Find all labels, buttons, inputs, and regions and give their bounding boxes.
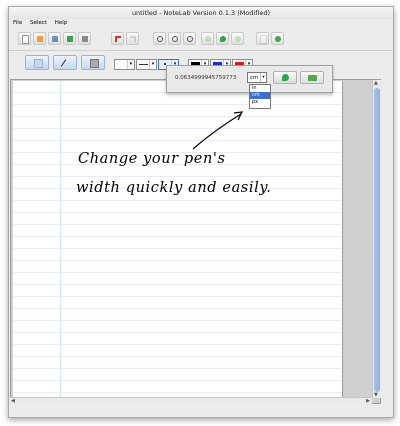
scroll-right-icon[interactable]: ▶ [366,398,370,404]
scroll-up-icon[interactable]: ▲ [374,80,378,86]
load-width-button[interactable] [300,71,324,84]
chevron-down-icon: ▾ [260,73,266,82]
redo-button[interactable] [126,32,139,45]
menu-file[interactable]: File [13,20,22,26]
horizontal-scrollbar[interactable]: ◀ ▶ [10,397,372,405]
line-style-dropdown[interactable]: ▾ [114,59,135,70]
vertical-scrollbar[interactable]: ▲ ▼ [372,80,381,398]
vertical-scroll-thumb[interactable] [374,88,380,392]
print-icon [82,36,88,42]
next-page-button[interactable] [231,32,244,45]
eraser-tool-button[interactable] [81,55,105,70]
margin-line [60,81,61,399]
save-icon [52,36,58,42]
notebook-page[interactable] [13,81,343,399]
unit-option-px[interactable]: px [250,99,270,106]
accept-icon [282,74,289,81]
menu-select[interactable]: Select [30,20,47,26]
unit-dropdown[interactable]: cm ▾ [247,72,267,83]
page-button[interactable] [256,32,269,45]
page-icon [260,35,267,44]
zoom-out-icon [157,36,163,42]
select-tool-icon [34,59,43,68]
export-button[interactable] [63,32,76,45]
previous-page-button[interactable] [201,32,214,45]
main-toolbar [9,28,393,51]
open-icon [37,36,43,42]
print-button[interactable] [78,32,91,45]
width-swatch-icon [139,64,148,65]
refresh-icon [275,36,281,42]
redo-icon [130,36,136,42]
menu-help[interactable]: Help [55,20,68,26]
pen-icon [220,36,226,42]
export-icon [67,36,73,42]
undo-button[interactable] [111,32,124,45]
next-page-icon [235,36,241,42]
refresh-button[interactable] [271,32,284,45]
new-page-button[interactable] [18,32,31,45]
unit-options-list: in cm px [249,84,271,109]
load-icon [308,75,317,81]
previous-page-icon [205,36,211,42]
apply-width-button[interactable] [273,71,297,84]
new-page-icon [22,35,29,44]
pen-button[interactable] [216,32,229,45]
zoom-fit-button[interactable] [183,32,196,45]
open-button[interactable] [33,32,46,45]
pen-width-dropdown[interactable]: ▾ [136,59,157,70]
unit-selected-label: cm [250,75,259,81]
chevron-down-icon: ▾ [149,60,156,69]
pen-tool-button[interactable] [53,55,77,70]
width-value-field[interactable]: 0.0634999945759773 [175,75,236,81]
zoom-in-button[interactable] [168,32,181,45]
select-tool-button[interactable] [25,55,49,70]
eraser-tool-icon [90,59,99,68]
unit-option-in[interactable]: in [250,85,270,92]
handwriting-line-2: width quickly and easily. [76,180,272,196]
window-title: untitled - NoteLab Version 0.1.3 (Modifi… [9,7,393,19]
zoom-out-button[interactable] [153,32,166,45]
undo-icon [115,36,121,42]
zoom-fit-icon [187,36,193,42]
canvas-area [10,79,381,404]
unit-option-cm[interactable]: cm [250,92,270,99]
pen-tool-icon [60,59,67,67]
handwriting-line-1: Change your pen's [78,151,226,167]
menu-bar: File Select Help [9,19,393,28]
scroll-down-icon[interactable]: ▼ [374,392,378,398]
chevron-down-icon: ▾ [127,60,134,69]
scroll-left-icon[interactable]: ◀ [11,398,15,404]
save-button[interactable] [48,32,61,45]
zoom-in-icon [172,36,178,42]
